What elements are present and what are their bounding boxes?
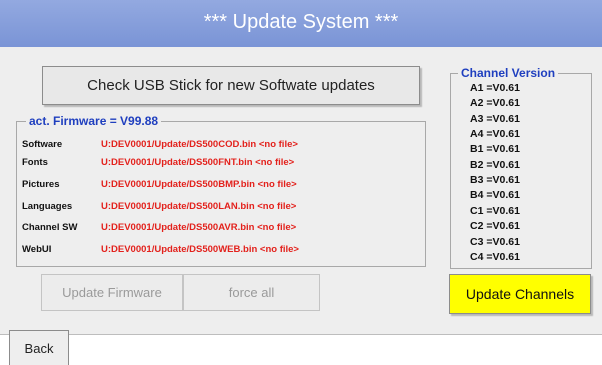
firmware-row-label: Software xyxy=(22,139,63,150)
channel-version-item: A1 =V0.61 xyxy=(470,82,520,94)
firmware-row-path: U:DEV0001/Update/DS500FNT.bin <no file> xyxy=(101,157,295,168)
channel-version-item: C3 =V0.61 xyxy=(470,236,520,248)
firmware-row-path: U:DEV0001/Update/DS500AVR.bin <no file> xyxy=(101,222,297,233)
channel-version-item: B2 =V0.61 xyxy=(470,159,520,171)
firmware-row-label: Languages xyxy=(22,201,73,212)
channel-version-title: Channel Version xyxy=(458,66,559,80)
firmware-row-path: U:DEV0001/Update/DS500WEB.bin <no file> xyxy=(101,244,299,255)
firmware-row-label: WebUI xyxy=(22,244,52,255)
channel-version-item: C2 =V0.61 xyxy=(470,220,520,232)
firmware-version-label: act. Firmware = V99.88 xyxy=(26,114,162,128)
update-firmware-button[interactable]: Update Firmware xyxy=(41,274,183,311)
firmware-row-path: U:DEV0001/Update/DS500COD.bin <no file> xyxy=(101,139,298,150)
firmware-row-label: Channel SW xyxy=(22,222,78,233)
firmware-row-label: Fonts xyxy=(22,157,48,168)
window-title: *** Update System *** xyxy=(0,0,602,47)
channel-version-item: A4 =V0.61 xyxy=(470,128,520,140)
back-button[interactable]: Back xyxy=(9,330,69,365)
force-all-button[interactable]: force all xyxy=(183,274,320,311)
update-channels-button[interactable]: Update Channels xyxy=(449,274,591,314)
firmware-row-path: U:DEV0001/Update/DS500BMP.bin <no file> xyxy=(101,179,297,190)
firmware-row-label: Pictures xyxy=(22,179,60,190)
check-usb-button[interactable]: Check USB Stick for new Softwate updates xyxy=(42,66,420,105)
channel-version-item: B3 =V0.61 xyxy=(470,174,520,186)
channel-version-item: B4 =V0.61 xyxy=(470,189,520,201)
channel-version-item: C1 =V0.61 xyxy=(470,205,520,217)
channel-version-item: A2 =V0.61 xyxy=(470,97,520,109)
channel-version-item: B1 =V0.61 xyxy=(470,143,520,155)
channel-version-item: A3 =V0.61 xyxy=(470,113,520,125)
channel-version-item: C4 =V0.61 xyxy=(470,251,520,263)
firmware-row-path: U:DEV0001/Update/DS500LAN.bin <no file> xyxy=(101,201,297,212)
footer-bar xyxy=(0,334,602,365)
